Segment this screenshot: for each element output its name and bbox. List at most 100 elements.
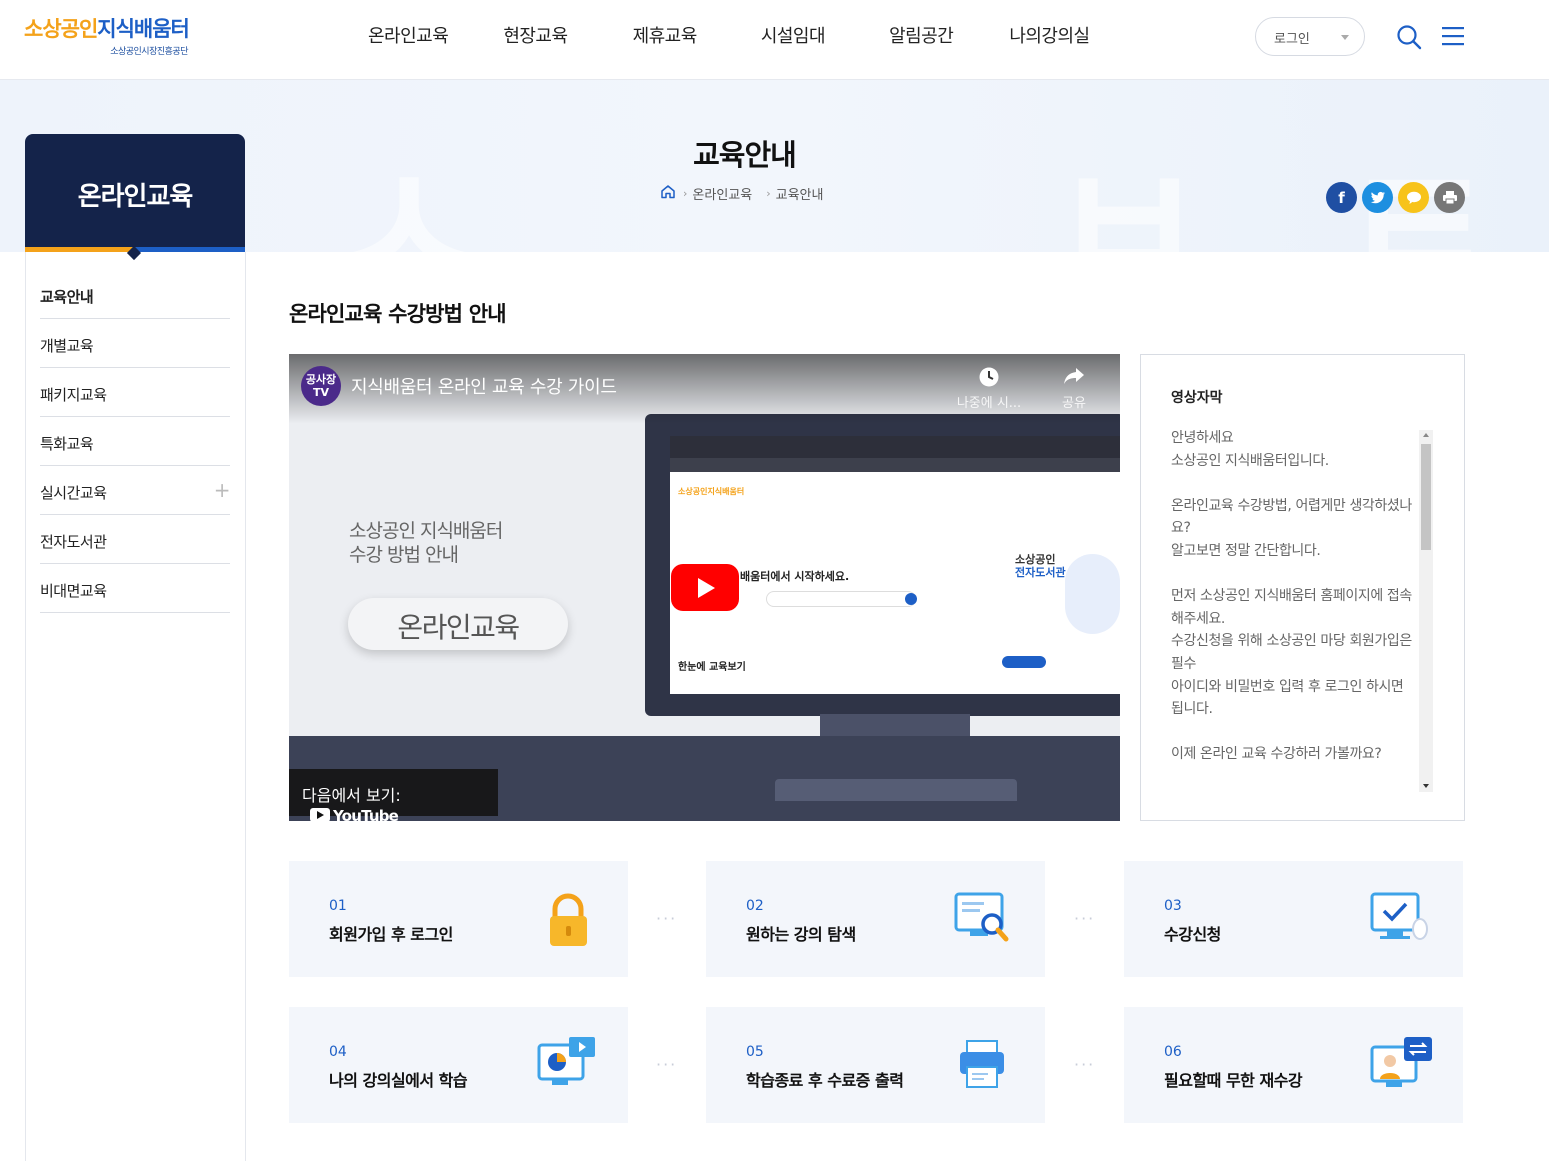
watch-on-label: 다음에서 보기: [302,786,401,805]
video-player[interactable]: 소상공인지식배움터 배움터에서 시작하세요. 소상공인 전자도서관 한눈에 교육… [289,354,1120,821]
logo-text: 소상공인지식배움터 [24,17,190,41]
screen-text: 전자도서관 [1015,566,1066,579]
global-nav: 온라인교육 현장교육 제휴교육 시설임대 알림공간 나의강의실 [368,22,1090,52]
step-number: 04 [329,1044,347,1060]
printer-icon [952,1035,1018,1097]
youtube-icon [310,808,330,821]
video-overlay-pill: 온라인교육 [348,598,568,650]
step-card: 02 원하는 강의 탐색 [706,861,1045,977]
twitter-icon[interactable] [1362,182,1393,213]
caption-panel: 영상자막 안녕하세요 소상공인 지식배움터입니다. 온라인교육 수강방법, 어렵게… [1140,354,1465,821]
share-video-button[interactable]: 공유 [1039,366,1109,411]
caption-paragraph: 먼저 소상공인 지식배움터 홈페이지에 접속해주세요. 수강신청을 위해 소상공인… [1171,588,1412,718]
lnb-item-individual[interactable]: 개별교육 [40,319,230,368]
monitor-check-icon [1370,889,1436,951]
step-number: 01 [329,898,347,914]
lnb-item-label: 실시간교육 [40,484,107,502]
logo-subtext: 소상공인시장진흥공단 [110,47,188,57]
caption-title: 영상자막 [1171,390,1223,406]
chevron-down-icon [1341,35,1349,40]
step-label: 나의 강의실에서 학습 [329,1071,468,1090]
video-overlay-text: 소상공인 지식배움터 [349,520,503,542]
lnb-item-guide[interactable]: 교육안내 [40,270,230,319]
step-label: 필요할때 무한 재수강 [1164,1071,1303,1090]
youtube-logo: YouTube [310,807,399,821]
kakaotalk-icon[interactable] [1398,182,1429,213]
monitor-video-icon [535,1035,601,1097]
caption-paragraph: 이제 온라인 교육 수강하러 가볼까요? [1171,746,1382,763]
step-connector-dots: ··· [656,1055,678,1074]
screen-text: 배움터에서 시작하세요. [740,570,850,583]
step-label: 수강신청 [1164,925,1221,944]
lnb-item-live[interactable]: 실시간교육 + [40,466,231,515]
caption-paragraph: 온라인교육 수강방법, 어렵게만 생각하셨나요? 알고보면 정말 간단합니다. [1171,497,1412,559]
home-icon[interactable] [660,184,676,203]
repeat-monitor-icon [1370,1035,1436,1097]
step-card: 03 수강신청 [1124,861,1463,977]
caption-paragraph: 안녕하세요 소상공인 지식배움터입니다. [1171,430,1329,469]
play-icon [698,578,715,598]
share-video-label: 공유 [1062,396,1086,411]
breadcrumb: › 온라인교육 › 교육안내 [660,183,823,203]
gnb-item-partner[interactable]: 제휴교육 [633,22,698,52]
step-number: 05 [746,1044,764,1060]
lnb-item-contactless[interactable]: 비대면교육 [40,564,230,613]
watch-later-button[interactable]: 나중에 시... [954,366,1024,411]
lnb-title: 온라인교육 [77,182,194,212]
caption-scrollbar[interactable] [1419,430,1433,792]
breadcrumb-item-current: 교육안내 [775,187,824,203]
scroll-up-icon[interactable] [1423,433,1429,437]
video-foot-graphic [775,779,1017,801]
plus-icon[interactable]: + [214,478,231,502]
hamburger-menu-icon[interactable] [1441,25,1465,47]
lnb-menu: 교육안내 개별교육 패키지교육 특화교육 실시간교육 + 전자도서관 비대면교육 [40,270,231,613]
gnb-item-myclass[interactable]: 나의강의실 [1009,22,1090,52]
share-buttons: f [1326,182,1470,213]
section-title: 온라인교육 수강방법 안내 [289,302,507,326]
clock-icon [954,366,1024,392]
scroll-down-icon[interactable] [1423,784,1429,788]
login-label: 로그인 [1274,32,1310,47]
step-connector-dots: ··· [1074,909,1096,928]
lock-icon [535,889,601,951]
step-number: 03 [1164,898,1182,914]
step-number: 02 [746,898,764,914]
login-dropdown[interactable]: 로그인 [1255,17,1365,56]
lnb-header: 온라인교육 [25,134,245,261]
chevron-right-icon: › [683,186,688,200]
step-card: 04 나의 강의실에서 학습 [289,1007,628,1123]
site-header: 소상공인지식배움터 소상공인시장진흥공단 온라인교육 현장교육 제휴교육 시설임… [0,0,1549,80]
channel-avatar[interactable]: 공사장 TV [301,366,341,406]
step-connector-dots: ··· [656,909,678,928]
print-icon[interactable] [1434,182,1465,213]
screen-text: 한눈에 교육보기 [678,662,746,673]
caption-text[interactable]: 안녕하세요 소상공인 지식배움터입니다. 온라인교육 수강방법, 어렵게만 생각하… [1171,427,1413,789]
play-button[interactable] [671,564,739,611]
step-card: 06 필요할때 무한 재수강 [1124,1007,1463,1123]
facebook-icon[interactable]: f [1326,182,1357,213]
scrollbar-thumb[interactable] [1421,444,1431,550]
chevron-right-icon: › [766,186,771,200]
step-connector-dots: ··· [1074,1055,1096,1074]
watch-later-label: 나중에 시... [956,396,1022,411]
gnb-item-notice[interactable]: 알림공간 [889,22,954,52]
search-icon[interactable] [1396,24,1422,50]
gnb-item-facility[interactable]: 시설임대 [761,22,826,52]
step-label: 회원가입 후 로그인 [329,925,453,944]
breadcrumb-item[interactable]: 온라인교육 [692,184,752,203]
step-card: 05 학습종료 후 수료증 출력 [706,1007,1045,1123]
step-number: 06 [1164,1044,1182,1060]
gnb-item-online[interactable]: 온라인교육 [368,22,449,52]
site-logo[interactable]: 소상공인지식배움터 소상공인시장진흥공단 [24,16,194,60]
lnb-item-package[interactable]: 패키지교육 [40,368,230,417]
step-label: 원하는 강의 탐색 [746,925,856,944]
gnb-item-field[interactable]: 현장교육 [503,22,568,52]
watch-on-youtube-button[interactable]: 다음에서 보기: YouTube [289,769,498,821]
step-card: 01 회원가입 후 로그인 [289,861,628,977]
step-label: 학습종료 후 수료증 출력 [746,1071,904,1090]
search-document-icon [952,889,1018,951]
lnb-item-library[interactable]: 전자도서관 [40,515,230,564]
video-title[interactable]: 지식배움터 온라인 교육 수강 가이드 [351,373,617,399]
lnb-item-special[interactable]: 특화교육 [40,417,230,466]
share-arrow-icon [1039,366,1109,392]
